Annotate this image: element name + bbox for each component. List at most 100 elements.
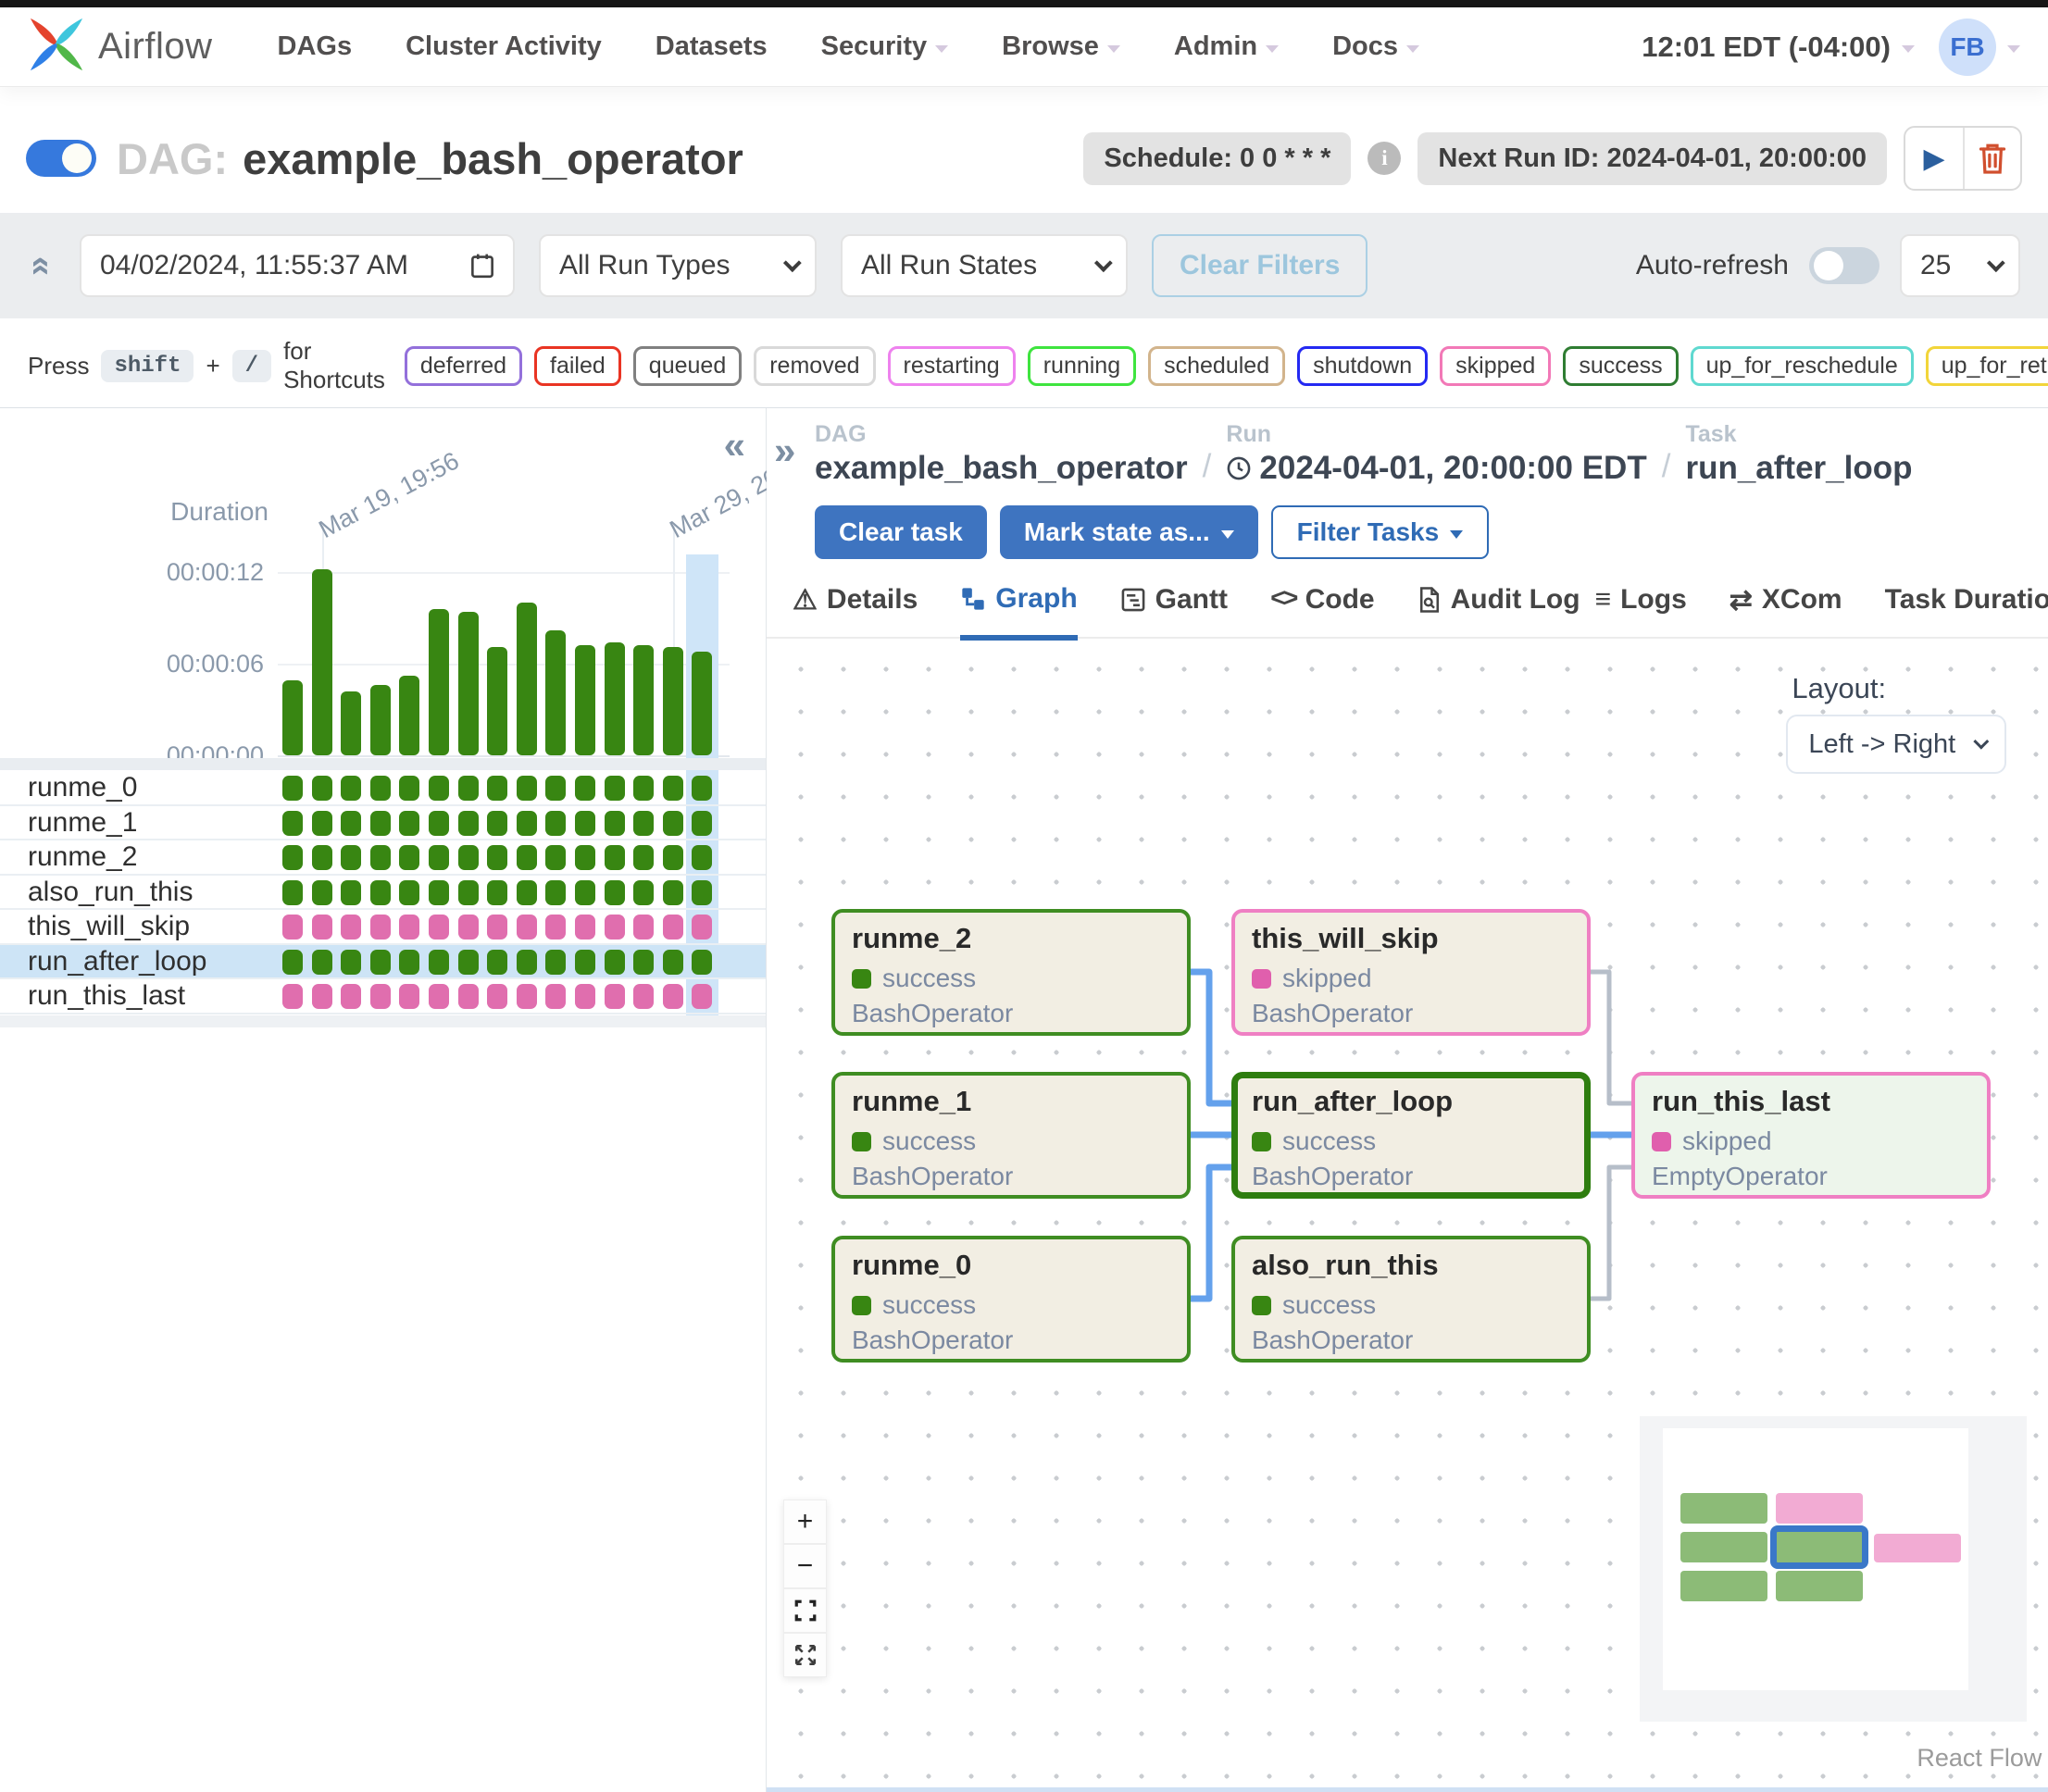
base-date-input[interactable]: 04/02/2024, 11:55:37 AM xyxy=(80,234,515,297)
task-instance-square[interactable] xyxy=(429,950,449,975)
state-badge-shutdown[interactable]: shutdown xyxy=(1297,346,1428,386)
tab-gantt[interactable]: Gantt xyxy=(1120,584,1228,636)
task-row-runme_0[interactable]: runme_0 xyxy=(0,771,766,806)
task-instance-square[interactable] xyxy=(575,915,595,940)
duration-bar[interactable] xyxy=(517,603,537,755)
airflow-brand[interactable]: Airflow xyxy=(28,16,213,78)
duration-bar[interactable] xyxy=(399,676,419,755)
expand-panel-icon[interactable]: » xyxy=(774,429,795,473)
tab-task-duration[interactable]: Task Duration xyxy=(1885,584,2048,636)
task-instance-square[interactable] xyxy=(370,776,391,801)
task-instance-square[interactable] xyxy=(282,984,303,1009)
task-instance-square[interactable] xyxy=(282,950,303,975)
task-instance-square[interactable] xyxy=(692,984,712,1009)
task-instance-square[interactable] xyxy=(429,880,449,905)
task-instance-square[interactable] xyxy=(429,915,449,940)
task-instance-square[interactable] xyxy=(692,880,712,905)
tab-xcom[interactable]: ⇄XCom xyxy=(1730,584,1842,637)
state-badge-running[interactable]: running xyxy=(1028,346,1136,386)
task-instance-square[interactable] xyxy=(545,915,566,940)
state-badge-scheduled[interactable]: scheduled xyxy=(1148,346,1285,386)
task-instance-square[interactable] xyxy=(282,880,303,905)
task-instance-square[interactable] xyxy=(341,915,361,940)
task-instance-square[interactable] xyxy=(692,776,712,801)
task-instance-square[interactable] xyxy=(429,811,449,836)
task-instance-square[interactable] xyxy=(399,776,419,801)
state-badge-up_for_retry[interactable]: up_for_retry xyxy=(1926,346,2048,386)
graph-node-runme_2[interactable]: runme_2successBashOperator xyxy=(831,909,1191,1036)
task-instance-square[interactable] xyxy=(458,880,479,905)
task-instance-square[interactable] xyxy=(370,845,391,870)
task-instance-square[interactable] xyxy=(663,880,683,905)
task-instance-square[interactable] xyxy=(692,915,712,940)
mark-state-button[interactable]: Mark state as... xyxy=(1000,505,1258,559)
tab-details[interactable]: ⚠Details xyxy=(793,584,918,637)
minimap[interactable] xyxy=(1640,1416,2027,1722)
task-instance-square[interactable] xyxy=(341,776,361,801)
task-row-runme_2[interactable]: runme_2 xyxy=(0,840,766,876)
task-instance-square[interactable] xyxy=(282,915,303,940)
task-instance-square[interactable] xyxy=(575,845,595,870)
tab-code[interactable]: <>Code xyxy=(1270,584,1375,636)
task-instance-square[interactable] xyxy=(663,845,683,870)
user-menu[interactable]: FB xyxy=(1939,19,2020,76)
state-badge-restarting[interactable]: restarting xyxy=(888,346,1016,386)
grid-scroll-strip[interactable] xyxy=(0,1015,766,1027)
graph-node-run_this_last[interactable]: run_this_lastskippedEmptyOperator xyxy=(1631,1072,1991,1199)
task-instance-square[interactable] xyxy=(545,845,566,870)
task-instance-square[interactable] xyxy=(282,845,303,870)
task-instance-square[interactable] xyxy=(517,845,537,870)
duration-bar[interactable] xyxy=(341,691,361,755)
task-instance-square[interactable] xyxy=(633,776,654,801)
task-instance-square[interactable] xyxy=(545,811,566,836)
duration-bar[interactable] xyxy=(487,647,507,755)
task-instance-square[interactable] xyxy=(458,845,479,870)
task-instance-square[interactable] xyxy=(692,845,712,870)
task-row-run_after_loop[interactable]: run_after_loop xyxy=(0,945,766,980)
task-instance-square[interactable] xyxy=(399,811,419,836)
task-instance-square[interactable] xyxy=(370,915,391,940)
task-instance-square[interactable] xyxy=(458,984,479,1009)
task-row-this_will_skip[interactable]: this_will_skip xyxy=(0,910,766,945)
run-types-select[interactable]: All Run Types xyxy=(539,234,817,297)
duration-bar[interactable] xyxy=(370,685,391,755)
task-instance-square[interactable] xyxy=(663,950,683,975)
task-instance-square[interactable] xyxy=(312,984,332,1009)
task-instance-square[interactable] xyxy=(341,811,361,836)
task-instance-square[interactable] xyxy=(399,950,419,975)
breadcrumb-run[interactable]: Run 2024-04-01, 20:00:00 EDT xyxy=(1226,421,1646,487)
task-instance-square[interactable] xyxy=(458,776,479,801)
duration-bar[interactable] xyxy=(575,645,595,755)
task-instance-square[interactable] xyxy=(663,984,683,1009)
task-instance-square[interactable] xyxy=(487,845,507,870)
clear-filters-button[interactable]: Clear Filters xyxy=(1152,234,1367,297)
task-instance-square[interactable] xyxy=(605,950,625,975)
task-row-also_run_this[interactable]: also_run_this xyxy=(0,876,766,911)
task-instance-square[interactable] xyxy=(545,984,566,1009)
state-badge-up_for_reschedule[interactable]: up_for_reschedule xyxy=(1691,346,1914,386)
task-instance-square[interactable] xyxy=(370,880,391,905)
page-size-select[interactable]: 25 xyxy=(1900,234,2020,297)
state-badge-failed[interactable]: failed xyxy=(534,346,621,386)
duration-bar[interactable] xyxy=(282,680,303,755)
graph-node-runme_0[interactable]: runme_0successBashOperator xyxy=(831,1236,1191,1363)
task-instance-square[interactable] xyxy=(370,950,391,975)
task-instance-square[interactable] xyxy=(487,984,507,1009)
task-instance-square[interactable] xyxy=(633,811,654,836)
task-instance-square[interactable] xyxy=(575,776,595,801)
collapse-grid-icon[interactable]: « xyxy=(724,423,745,467)
task-instance-square[interactable] xyxy=(633,880,654,905)
task-instance-square[interactable] xyxy=(399,984,419,1009)
task-instance-square[interactable] xyxy=(282,776,303,801)
task-instance-square[interactable] xyxy=(692,950,712,975)
graph-node-run_after_loop[interactable]: run_after_loopsuccessBashOperator xyxy=(1231,1072,1591,1199)
task-instance-square[interactable] xyxy=(545,950,566,975)
task-instance-square[interactable] xyxy=(575,950,595,975)
task-instance-square[interactable] xyxy=(575,984,595,1009)
task-instance-square[interactable] xyxy=(663,811,683,836)
duration-bar[interactable] xyxy=(605,642,625,755)
task-instance-square[interactable] xyxy=(370,811,391,836)
task-instance-square[interactable] xyxy=(663,776,683,801)
task-instance-square[interactable] xyxy=(399,880,419,905)
task-row-run_this_last[interactable]: run_this_last xyxy=(0,979,766,1014)
